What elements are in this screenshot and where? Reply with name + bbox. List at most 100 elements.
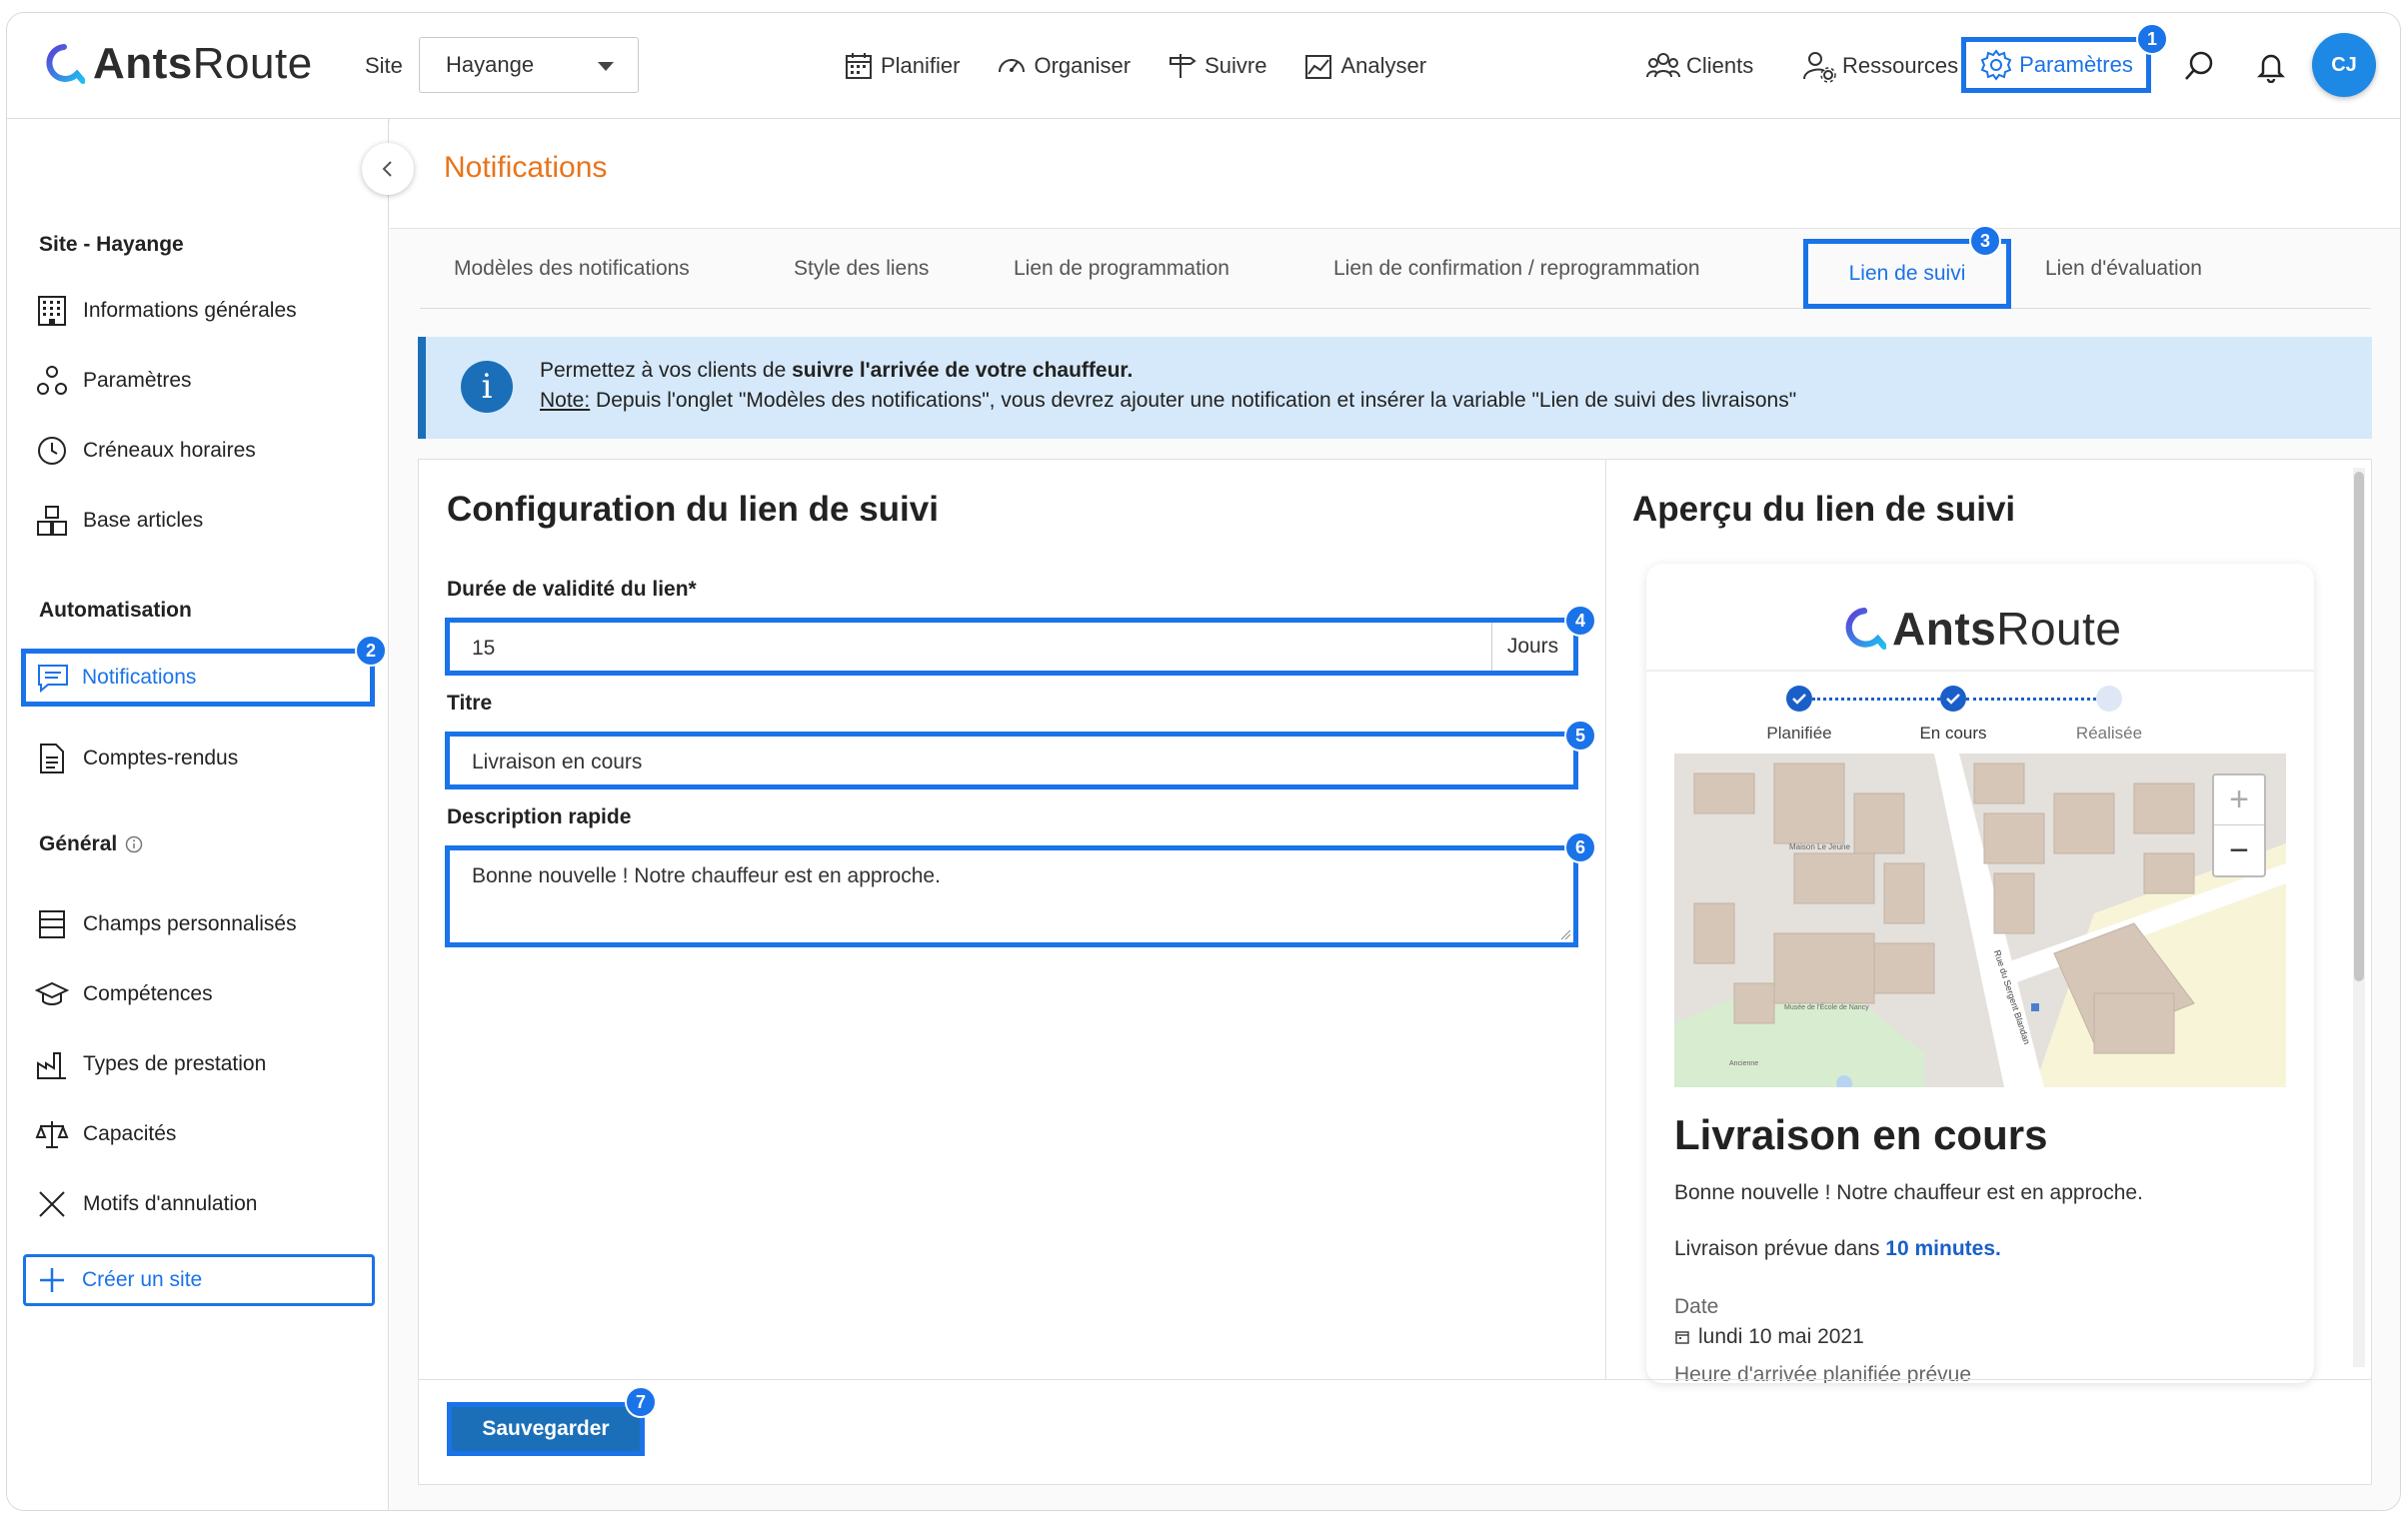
boxes-icon [37,506,67,536]
tab-style-liens[interactable]: Style des liens [794,229,929,309]
nav-analyser[interactable]: Analyser [1302,50,1426,82]
sidebar-item-parametres[interactable]: Paramètres [35,361,192,401]
step-badge-2: 2 [355,635,387,667]
site-label: Site [365,53,403,78]
nav-suivre[interactable]: Suivre [1167,50,1266,82]
nav-ressources[interactable]: Ressources [1802,13,1958,119]
nav-suivre-label: Suivre [1204,53,1267,78]
nav-organiser[interactable]: Organiser [996,50,1131,82]
nav-planifier[interactable]: Planifier [843,50,960,82]
sidebar-item-champs-personnalises[interactable]: Champs personnalisés [35,904,297,944]
user-gear-icon [1803,52,1836,83]
preview-scrollbar[interactable] [2353,468,2365,1367]
preview-logo: AntsRoute [1842,602,2121,656]
config-form: Configuration du lien de suivi Durée de … [419,460,1606,1379]
nav-analyser-label: Analyser [1340,53,1427,78]
sidebar-item-motifs-annulation[interactable]: Motifs d'annulation [35,1184,257,1224]
site-select-value: Hayange [446,52,535,77]
collapse-sidebar-button[interactable] [362,143,414,195]
sidebar-section-automatisation: Automatisation [39,599,192,622]
duree-input[interactable]: 15 Jours [445,618,1578,676]
graduation-cap-icon [35,981,69,1005]
step-badge-1: 1 [2136,23,2168,55]
notifications-button[interactable] [2254,13,2288,119]
step-badge-5: 5 [1564,720,1596,752]
sidebar-item-comptes-rendus[interactable]: Comptes-rendus [35,739,238,778]
sidebar-item-creneaux-horaires[interactable]: Créneaux horaires [35,431,256,471]
preview-date: lundi 10 mai 2021 [1674,1325,1864,1349]
calendar-icon [1675,1331,1689,1344]
sidebar-section-general-label: Général [39,832,118,855]
chevron-left-icon [382,161,392,177]
plus-icon [40,1268,64,1292]
settings-nodes-icon [37,366,67,395]
sidebar-item-label: Créneaux horaires [83,439,256,462]
save-button[interactable]: Sauvegarder [447,1402,645,1456]
scale-icon [35,1121,69,1148]
tab-lien-programmation[interactable]: Lien de programmation [1014,229,1229,309]
sidebar-item-label: Types de prestation [83,1052,267,1075]
nav-clients-label: Clients [1686,53,1754,78]
sidebar-item-types-de-prestation[interactable]: Types de prestation [35,1044,266,1084]
create-site-button[interactable]: Créer un site [23,1254,375,1306]
sidebar-item-label: Motifs d'annulation [83,1192,258,1215]
zoom-in-button[interactable]: + [2214,775,2264,825]
user-avatar[interactable]: CJ [2312,33,2376,97]
info-circle-icon[interactable] [125,835,143,853]
progress-steps: Planifiée En cours Réalisée [1766,686,2146,746]
tab-lien-evaluation[interactable]: Lien d'évaluation [2045,229,2202,309]
step-label-en-cours: En cours [1919,724,1987,743]
sidebar-section-site: Site - Hayange [39,233,184,256]
main-nav: Planifier Organiser Suivre Analyser [843,13,1426,119]
nav-clients[interactable]: Clients [1646,13,1753,119]
tab-modeles-notifications[interactable]: Modèles des notifications [454,229,690,309]
scrollbar-thumb[interactable] [2354,472,2364,981]
speedometer-icon [999,59,1026,73]
preview-eta: Livraison prévue dans 10 minutes. [1674,1237,2001,1260]
nav-parametres[interactable]: Paramètres [1961,37,2151,93]
info-line-2: Note: Depuis l'onglet "Modèles des notif… [540,389,1797,412]
titre-input[interactable]: Livraison en cours [445,732,1578,789]
nav-organiser-label: Organiser [1034,53,1132,78]
zoom-out-button[interactable]: − [2214,825,2264,875]
description-label: Description rapide [447,805,632,828]
tabs-bar: Modèles des notifications Style des lien… [420,229,2370,309]
resize-handle-icon[interactable] [1559,928,1571,940]
tab-lien-confirmation[interactable]: Lien de confirmation / reprogrammation [1333,229,1700,309]
info-banner: i Permettez à vos clients de suivre l'ar… [418,337,2372,439]
signpost-icon [1170,54,1197,78]
main-content: Notifications Modèles des notifications … [390,119,2400,1510]
card-footer: Sauvegarder 7 [419,1379,2371,1484]
sidebar-item-notifications[interactable]: Notifications [21,649,375,707]
chart-icon [1305,55,1332,79]
description-textarea[interactable]: Bonne nouvelle ! Notre chauffeur est en … [445,845,1578,947]
site-select[interactable]: Hayange [419,37,639,93]
step-label-realisee: Réalisée [2075,724,2143,743]
titre-value: Livraison en cours [472,751,643,773]
step-label-planifiee: Planifiée [1766,724,1832,743]
sidebar-item-informations-generales[interactable]: Informations générales [35,291,297,331]
nav-ressources-label: Ressources [1842,53,1959,78]
content-header: Notifications [390,119,2400,229]
logo-mark-icon [46,44,85,84]
sidebar-item-base-articles[interactable]: Base articles [35,501,203,541]
building-icon [38,296,66,326]
form-heading: Configuration du lien de suivi [447,490,939,529]
list-icon [39,910,65,938]
sidebar-item-label: Compétences [83,982,213,1005]
sidebar-item-competences[interactable]: Compétences [35,974,213,1014]
preview-heading: Aperçu du lien de suivi [1632,490,2016,529]
sidebar-section-general: Général [39,832,143,856]
sidebar-item-label: Champs personnalisés [83,912,297,935]
tracking-map[interactable]: Rue du Sergent Blandan Maison Le Jeune M… [1674,754,2286,1087]
search-button[interactable] [2182,13,2216,119]
duree-value: 15 [472,637,496,660]
calendar-icon [846,53,872,79]
duree-suffix: Jours [1491,623,1573,671]
antsroute-logo[interactable]: AntsRoute [43,39,313,89]
search-icon [2185,51,2213,80]
step-badge-3: 3 [1969,225,2001,257]
sidebar-item-capacites[interactable]: Capacités [35,1114,176,1154]
check-icon [1940,686,1966,712]
map-tiles: Rue du Sergent Blandan Maison Le Jeune M… [1674,754,2286,1087]
